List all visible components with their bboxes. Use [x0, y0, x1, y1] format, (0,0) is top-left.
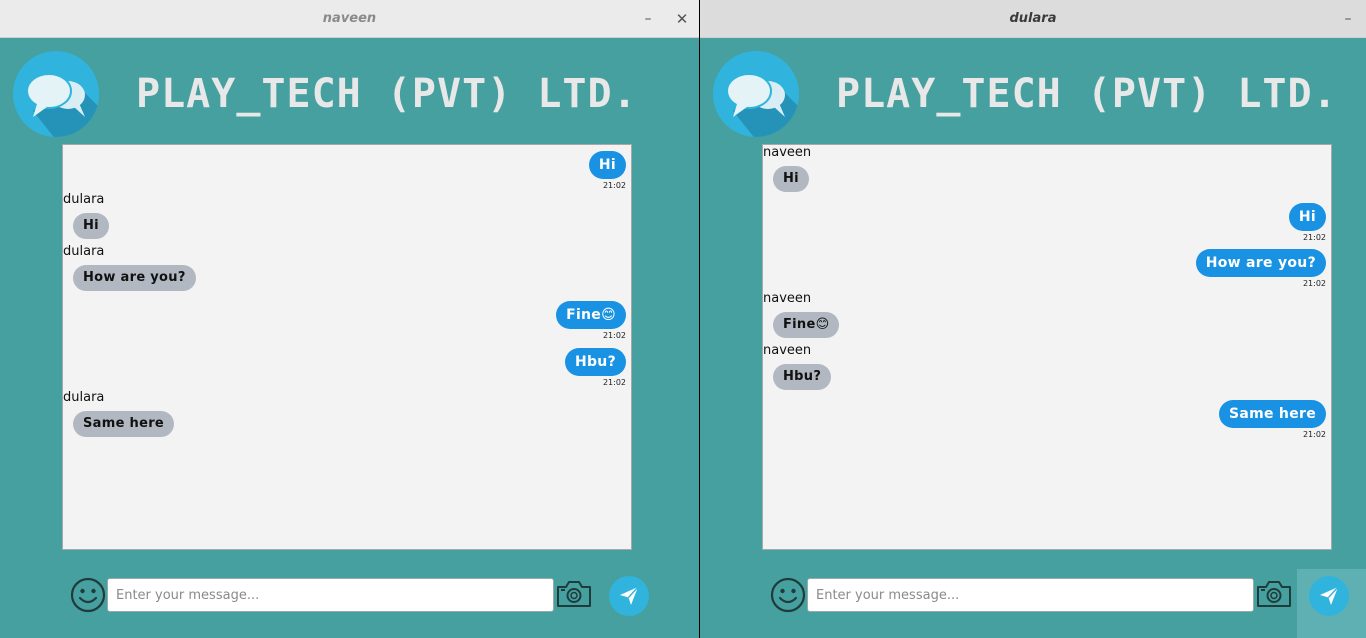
message-input[interactable] — [807, 578, 1254, 612]
chat-area[interactable]: Hi 21:02 dulara Hi dulara How are you? F… — [62, 144, 632, 550]
chat-window-dulara: dulara – PLAY_TECH (PVT) LTD. naveen Hi … — [700, 0, 1366, 638]
chat-area[interactable]: naveen Hi Hi 21:02 How are you? 21:02 na… — [762, 144, 1332, 550]
title-bar[interactable]: naveen – ✕ — [0, 0, 699, 38]
company-name: PLAY_TECH (PVT) LTD. — [136, 71, 638, 117]
outgoing-bubble: Fine😊 — [556, 301, 626, 329]
company-name: PLAY_TECH (PVT) LTD. — [836, 71, 1338, 117]
minimize-button[interactable]: – — [638, 9, 658, 29]
incoming-bubble: How are you? — [73, 265, 196, 291]
smiley-icon[interactable] — [70, 577, 106, 613]
message-time: 21:02 — [1302, 233, 1326, 242]
outgoing-bubble: Hi — [1288, 203, 1326, 231]
outgoing-bubble: Hbu? — [564, 348, 626, 376]
outgoing-bubble: Same here — [1218, 400, 1326, 428]
message-time: 21:02 — [602, 181, 626, 190]
sender-name: naveen — [763, 145, 812, 160]
message-time: 21:02 — [602, 331, 626, 340]
camera-icon[interactable] — [555, 579, 593, 609]
sender-name: naveen — [763, 291, 812, 306]
send-icon[interactable] — [609, 576, 649, 616]
minimize-button[interactable]: – — [1338, 9, 1358, 29]
outgoing-bubble: Hi — [588, 151, 626, 179]
message-time: 21:02 — [1302, 430, 1326, 439]
sender-name: naveen — [763, 343, 812, 358]
incoming-bubble: Hi — [773, 166, 809, 192]
close-button[interactable]: ✕ — [672, 9, 692, 29]
incoming-bubble: Hbu? — [773, 364, 832, 390]
chat-window-naveen: naveen – ✕ PLAY_TECH (PVT) LTD. Hi 21:02… — [0, 0, 699, 638]
sender-name: dulara — [63, 390, 105, 405]
incoming-bubble: Fine😊 — [773, 312, 840, 338]
incoming-bubble: Hi — [73, 213, 109, 239]
title-bar[interactable]: dulara – — [700, 0, 1366, 38]
camera-icon[interactable] — [1255, 579, 1293, 609]
window-title: naveen — [322, 11, 377, 26]
incoming-bubble: Same here — [73, 411, 175, 437]
chat-bubbles-icon — [13, 51, 99, 137]
sender-name: dulara — [63, 192, 105, 207]
window-title: dulara — [1009, 11, 1057, 26]
smiley-icon[interactable] — [770, 577, 806, 613]
chat-bubbles-icon — [713, 51, 799, 137]
message-time: 21:02 — [1302, 279, 1326, 288]
message-time: 21:02 — [602, 378, 626, 387]
message-input[interactable] — [107, 578, 554, 612]
send-icon[interactable] — [1309, 576, 1349, 616]
sender-name: dulara — [63, 244, 105, 259]
outgoing-bubble: How are you? — [1195, 249, 1326, 277]
